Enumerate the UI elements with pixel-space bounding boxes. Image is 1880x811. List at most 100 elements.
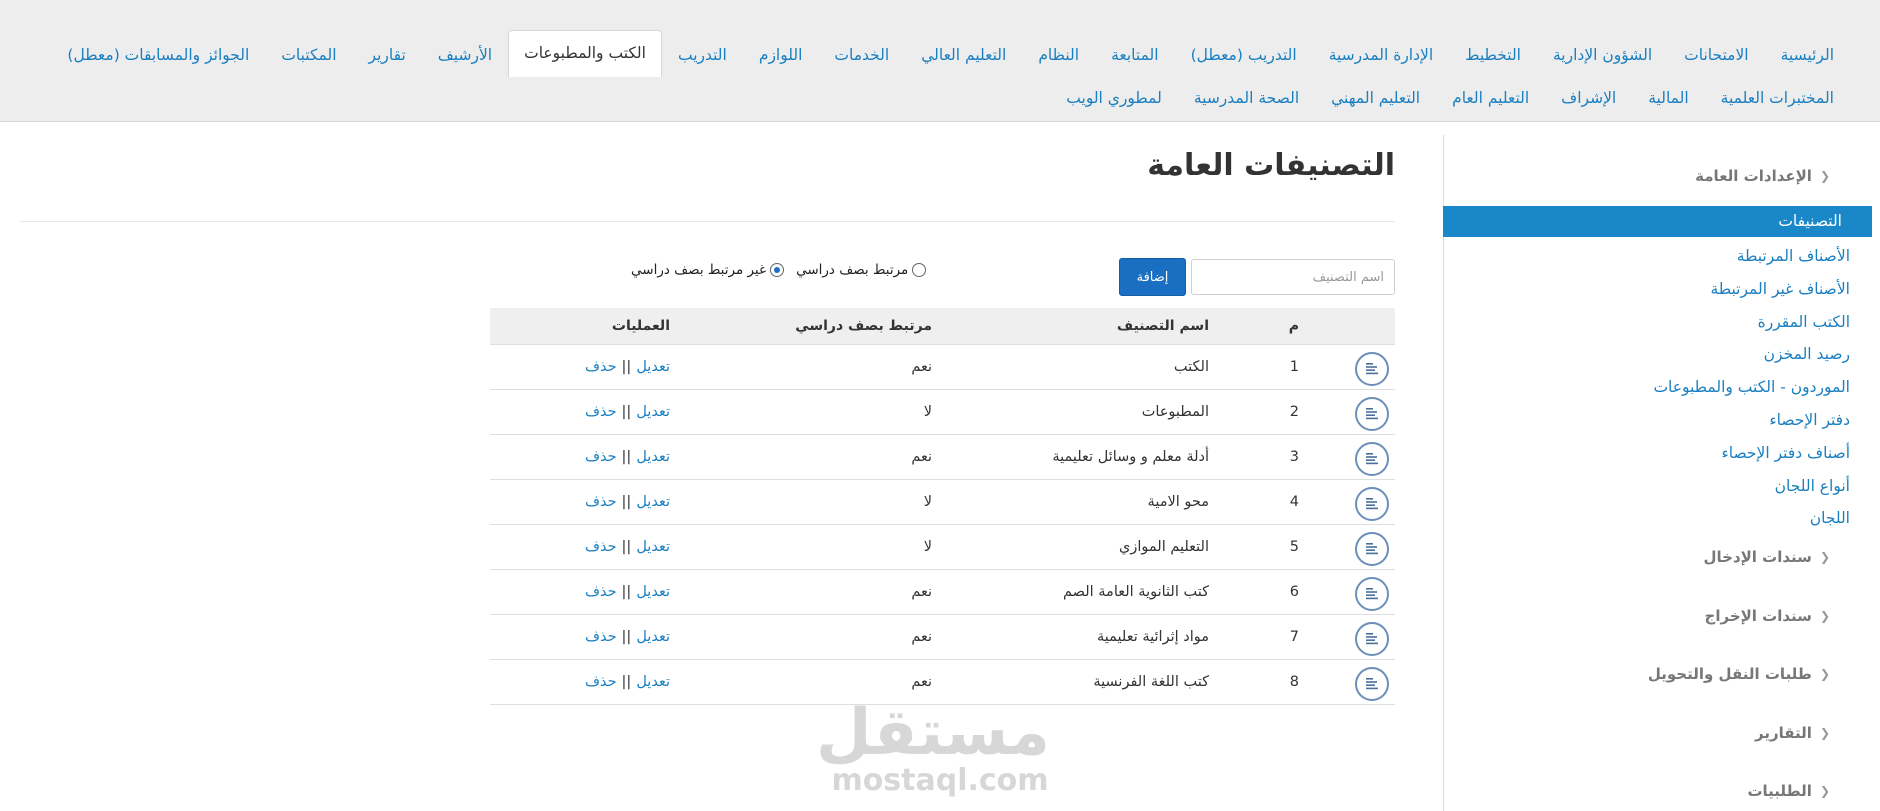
- nav-item[interactable]: تقارير: [353, 33, 422, 77]
- radio-unlinked[interactable]: غير مرتبط بصف دراسي: [631, 262, 785, 278]
- category-name-input[interactable]: [1191, 259, 1395, 295]
- edit-link[interactable]: تعديل: [636, 404, 670, 420]
- sidebar-link[interactable]: رصيد المخزن: [1764, 345, 1850, 363]
- edit-link[interactable]: تعديل: [636, 674, 670, 690]
- sidebar-group[interactable]: ❮ التقارير: [1755, 724, 1830, 742]
- operations-separator: ||: [621, 494, 632, 510]
- details-icon[interactable]: [1355, 352, 1389, 386]
- sidebar-link[interactable]: الكتب المقررة: [1758, 313, 1850, 331]
- add-button[interactable]: إضافة: [1119, 258, 1186, 296]
- sidebar-group[interactable]: ❮ سندات الإدخال: [1703, 548, 1830, 566]
- details-icon[interactable]: [1355, 487, 1389, 521]
- nav-item[interactable]: التعليم العام: [1436, 80, 1545, 116]
- row-operations: تعديل || حذف: [585, 480, 670, 524]
- operations-separator: ||: [621, 674, 632, 690]
- list-icon: [1366, 678, 1378, 690]
- top-navigation: الرئيسية الامتحانات الشؤون الإدارية التخطيط…: [0, 0, 1880, 122]
- nav-item[interactable]: المختبرات العلمية: [1705, 80, 1850, 116]
- sidebar-group-label: الإعدادات العامة: [1695, 167, 1812, 185]
- sidebar-group[interactable]: ❮ الطلبيات: [1747, 782, 1830, 800]
- sidebar-link[interactable]: أنواع اللجان: [1775, 477, 1850, 495]
- radio-linked-label: مرتبط بصف دراسي: [796, 262, 909, 278]
- nav-item[interactable]: الجوائز والمسابقات (معطل): [51, 33, 265, 77]
- sidebar-group[interactable]: ❮ طلبات النقل والتحويل: [1648, 665, 1830, 683]
- sidebar-link[interactable]: أصناف دفتر الإحصاء: [1721, 444, 1850, 462]
- edit-link[interactable]: تعديل: [636, 449, 670, 465]
- nav-item[interactable]: الإشراف: [1545, 80, 1632, 116]
- nav-item[interactable]: المتابعة: [1095, 33, 1175, 77]
- nav-item[interactable]: الأرشيف: [422, 33, 508, 77]
- delete-link[interactable]: حذف: [585, 584, 617, 600]
- chevron-left-icon: ❮: [1819, 550, 1830, 564]
- row-operations: تعديل || حذف: [585, 615, 670, 659]
- nav-item[interactable]: التعليم العالي: [905, 33, 1022, 77]
- table-row: 5 التعليم الموازي لا تعديل || حذف: [490, 525, 1395, 570]
- chevron-left-icon: ❮: [1819, 169, 1830, 183]
- table-body: 1 الكتب نعم تعديل || حذف 2 المطبوعات لا تعديل || حذ…: [490, 345, 1395, 705]
- details-icon[interactable]: [1355, 532, 1389, 566]
- radio-unlinked-label: غير مرتبط بصف دراسي: [631, 262, 767, 278]
- page-title: التصنيفات العامة: [1147, 148, 1395, 183]
- table-row: 6 كتب الثانوية العامة الصم نعم تعديل || حذف: [490, 570, 1395, 615]
- chevron-left-icon: ❮: [1819, 784, 1830, 798]
- sidebar-link[interactable]: الأصناف المرتبطة: [1737, 247, 1850, 265]
- delete-link[interactable]: حذف: [585, 539, 617, 555]
- row-operations: تعديل || حذف: [585, 390, 670, 434]
- nav-item[interactable]: الإدارة المدرسية: [1313, 33, 1449, 77]
- nav-item[interactable]: الصحة المدرسية: [1178, 80, 1315, 116]
- radio-linked-circle[interactable]: [912, 263, 927, 277]
- link-type-radio-group: مرتبط بصف دراسي غير مرتبط بصف دراسي: [623, 262, 927, 278]
- row-number: 1: [1289, 359, 1299, 375]
- details-icon[interactable]: [1355, 397, 1389, 431]
- nav-item[interactable]: النظام: [1022, 33, 1095, 77]
- sidebar-link[interactable]: اللجان: [1810, 509, 1850, 527]
- sidebar-group-label: التقارير: [1755, 723, 1812, 742]
- sidebar-group[interactable]: ❮ سندات الإخراج: [1705, 607, 1830, 625]
- sidebar: ❮ الإعدادات العامة التصنيفات الأصناف الم…: [1443, 135, 1880, 811]
- radio-unlinked-circle[interactable]: [770, 263, 785, 277]
- nav-item[interactable]: الامتحانات: [1668, 33, 1764, 77]
- nav-item[interactable]: المالية: [1632, 80, 1704, 116]
- nav-item[interactable]: الكتب والمطبوعات: [508, 30, 662, 77]
- sidebar-group-general-settings[interactable]: ❮ الإعدادات العامة: [1695, 167, 1830, 185]
- header-linked: مرتبط بصف دراسي: [795, 318, 932, 334]
- details-icon[interactable]: [1355, 577, 1389, 611]
- watermark-english: mostaql.com: [831, 763, 1049, 798]
- nav-item[interactable]: التخطيط: [1449, 33, 1537, 77]
- edit-link[interactable]: تعديل: [636, 629, 670, 645]
- nav-item[interactable]: الشؤون الإدارية: [1537, 33, 1668, 77]
- delete-link[interactable]: حذف: [585, 494, 617, 510]
- nav-item[interactable]: الخدمات: [818, 33, 905, 77]
- sidebar-link[interactable]: الأصناف غير المرتبطة: [1710, 280, 1850, 298]
- nav-item[interactable]: التدريب: [662, 33, 743, 77]
- sidebar-item-classifications[interactable]: التصنيفات: [1443, 206, 1872, 237]
- delete-link[interactable]: حذف: [585, 449, 617, 465]
- edit-link[interactable]: تعديل: [636, 539, 670, 555]
- details-icon[interactable]: [1355, 622, 1389, 656]
- nav-item[interactable]: اللوازم: [743, 33, 819, 77]
- nav-item[interactable]: الرئيسية: [1765, 33, 1850, 77]
- radio-linked[interactable]: مرتبط بصف دراسي: [796, 262, 927, 278]
- edit-link[interactable]: تعديل: [636, 359, 670, 375]
- nav-item[interactable]: لمطوري الويب: [1050, 80, 1178, 116]
- details-icon[interactable]: [1355, 667, 1389, 701]
- delete-link[interactable]: حذف: [585, 629, 617, 645]
- edit-link[interactable]: تعديل: [636, 584, 670, 600]
- delete-link[interactable]: حذف: [585, 359, 617, 375]
- nav-item[interactable]: التدريب (معطل): [1175, 33, 1313, 77]
- chevron-left-icon: ❮: [1819, 608, 1830, 623]
- delete-link[interactable]: حذف: [585, 404, 617, 420]
- nav-item[interactable]: التعليم المهني: [1315, 80, 1436, 116]
- table-row: 1 الكتب نعم تعديل || حذف: [490, 345, 1395, 390]
- delete-link[interactable]: حذف: [585, 674, 617, 690]
- details-icon[interactable]: [1355, 442, 1389, 476]
- list-icon: [1366, 408, 1378, 420]
- sidebar-link[interactable]: الموردون - الكتب والمطبوعات: [1653, 378, 1850, 396]
- chevron-left-icon: ❮: [1819, 667, 1830, 681]
- nav-item[interactable]: المكتبات: [265, 33, 352, 77]
- row-number: 7: [1289, 629, 1299, 645]
- row-number: 4: [1289, 494, 1299, 510]
- table-row: 7 مواد إثرائية تعليمية نعم تعديل || حذف: [490, 615, 1395, 660]
- edit-link[interactable]: تعديل: [636, 494, 670, 510]
- sidebar-link[interactable]: دفتر الإحصاء: [1769, 411, 1850, 429]
